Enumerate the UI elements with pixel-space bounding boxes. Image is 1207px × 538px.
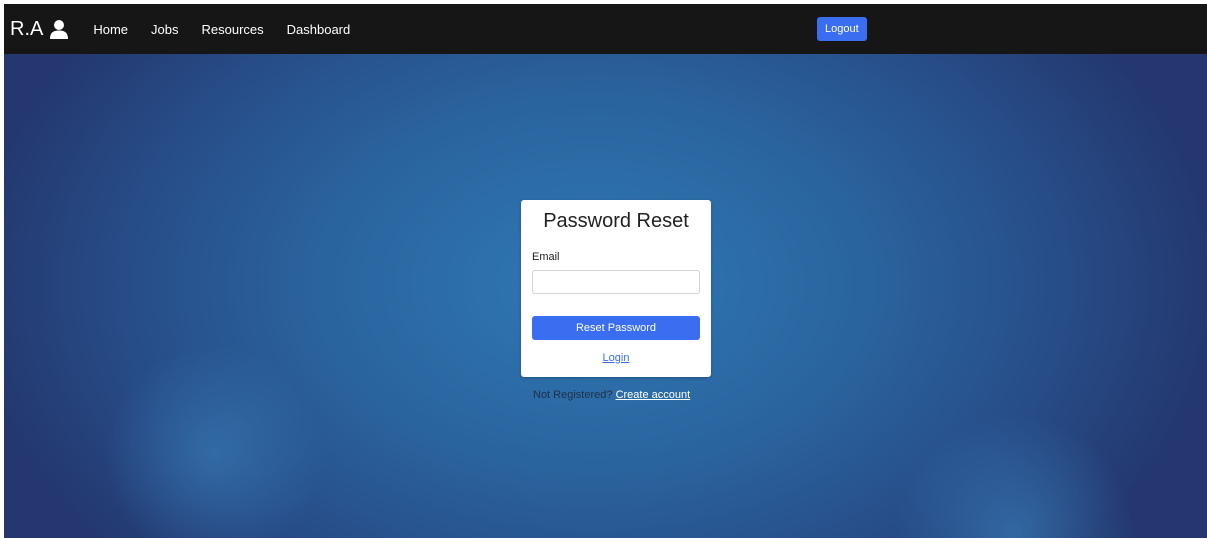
login-link[interactable]: Login <box>521 352 711 364</box>
card-title: Password Reset <box>543 210 689 232</box>
nav-link-dashboard[interactable]: Dashboard <box>287 22 351 37</box>
brand-text: R.A <box>10 17 44 40</box>
logout-button[interactable]: Logout <box>817 17 867 41</box>
nav-links: Home Jobs Resources Dashboard <box>93 22 373 37</box>
register-prompt: Not Registered? Create account <box>533 389 690 401</box>
page-frame: R.A Home Jobs Resources Dashboard Logout… <box>4 4 1207 538</box>
email-label: Email <box>532 251 560 263</box>
reset-password-button[interactable]: Reset Password <box>532 316 700 340</box>
register-text: Not Registered? <box>533 389 613 401</box>
brand-logo[interactable]: R.A <box>10 18 69 41</box>
password-reset-card: Password Reset Email Reset Password Logi… <box>521 200 711 377</box>
email-input[interactable] <box>532 270 700 294</box>
nav-link-resources[interactable]: Resources <box>202 22 264 37</box>
nav-link-home[interactable]: Home <box>93 22 128 37</box>
navbar: R.A Home Jobs Resources Dashboard Logout <box>4 4 1207 54</box>
create-account-link[interactable]: Create account <box>616 389 691 401</box>
user-icon <box>49 19 69 39</box>
nav-link-jobs[interactable]: Jobs <box>151 22 178 37</box>
